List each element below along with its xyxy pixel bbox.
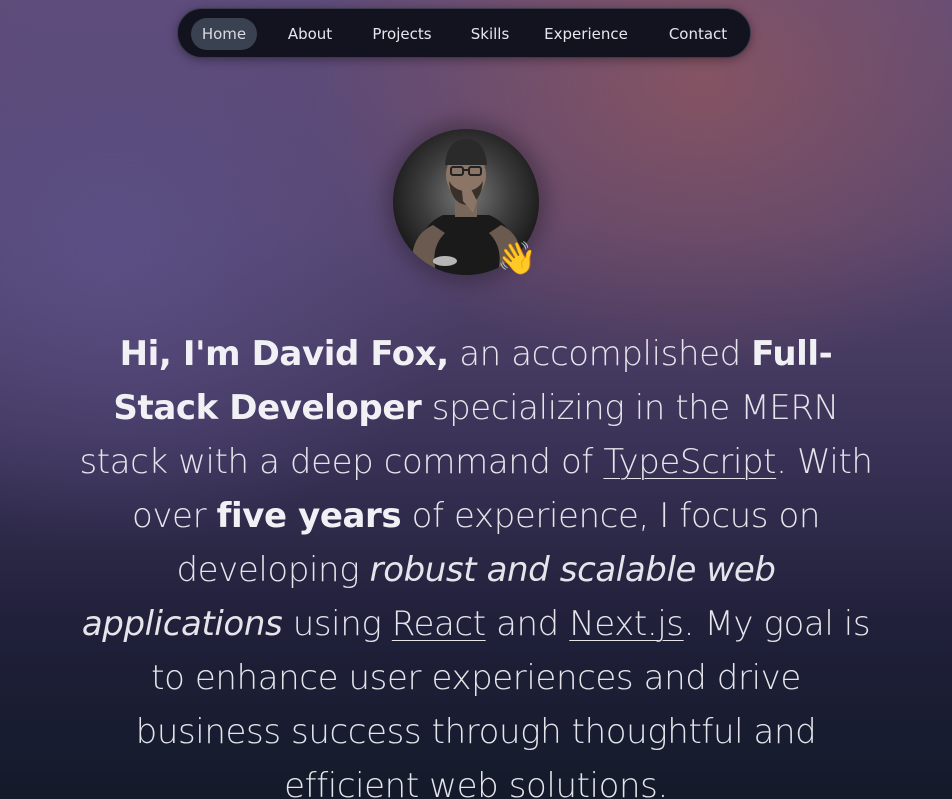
intro-text-1: an accomplished [448,334,752,374]
top-navigation: Home About Projects Skills Experience Co… [177,8,751,58]
react-link[interactable]: React [392,604,486,644]
waving-hand-icon: 👋 [497,239,537,277]
nav-skills[interactable]: Skills [463,18,517,50]
intro-paragraph: Hi, I'm David Fox, an accomplished Full-… [76,327,876,799]
nextjs-link[interactable]: Next.js [569,604,684,644]
nav-contact[interactable]: Contact [656,18,740,50]
typescript-link[interactable]: TypeScript [603,442,776,482]
nav-experience[interactable]: Experience [539,18,633,50]
intro-years: five years [216,496,402,536]
nav-about[interactable]: About [279,18,341,50]
nav-home[interactable]: Home [191,18,257,50]
nav-projects[interactable]: Projects [364,18,440,50]
intro-text-6: and [485,604,570,644]
intro-text-5: using [282,604,392,644]
intro-name: Hi, I'm David Fox, [119,334,450,374]
